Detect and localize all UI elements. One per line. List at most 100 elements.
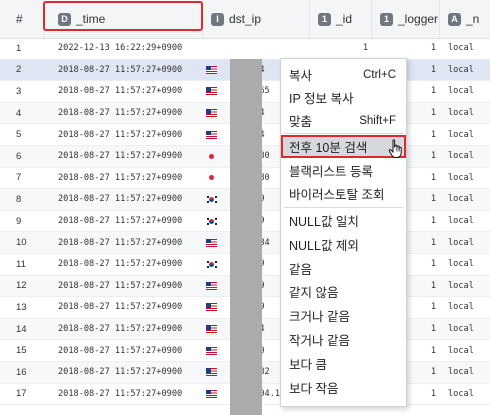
- table-row[interactable]: 1 2022-12-13 16:22:29+0900 1 1 local: [0, 38, 490, 60]
- country-flag-icon: [206, 281, 217, 290]
- n-cell[interactable]: local: [440, 276, 490, 297]
- shortcut-fit: Shift+F: [359, 114, 396, 127]
- time-cell[interactable]: 2018-08-27 11:57:27+0900: [44, 362, 202, 383]
- menu-item-lt[interactable]: 보다 작음: [281, 376, 406, 399]
- col-header-dst-ip-label: dst_ip: [229, 12, 262, 26]
- time-cell[interactable]: 2018-08-27 11:57:27+0900: [44, 168, 202, 189]
- country-flag-icon: [206, 389, 217, 398]
- ip-type-icon: I: [211, 12, 224, 26]
- col-header-n[interactable]: A _n: [440, 0, 490, 38]
- col-header-row-number[interactable]: #: [0, 0, 44, 38]
- row-number-cell[interactable]: 3: [0, 81, 44, 102]
- row-number-cell[interactable]: 8: [0, 189, 44, 210]
- time-cell[interactable]: 2018-08-27 11:57:27+0900: [44, 276, 202, 297]
- col-header-dst-ip[interactable]: I dst_ip: [203, 0, 310, 38]
- menu-item-blacklist[interactable]: 블랙리스트 등록: [281, 159, 406, 182]
- number-type-icon: 1: [318, 12, 331, 26]
- log-result-grid: # D _time I dst_ip 1 _id 1 _logger A _n …: [0, 0, 490, 415]
- country-flag-icon: [206, 65, 217, 74]
- n-cell[interactable]: local: [440, 81, 490, 102]
- row-number-cell[interactable]: 4: [0, 103, 44, 124]
- country-flag-icon: [206, 303, 217, 312]
- time-cell[interactable]: 2018-08-27 11:57:27+0900: [44, 297, 202, 318]
- menu-item-virustotal[interactable]: 바이러스토탈 조회: [281, 182, 406, 205]
- row-number-cell[interactable]: 12: [0, 276, 44, 297]
- n-cell[interactable]: local: [440, 297, 490, 318]
- hand-pointer-icon: [388, 139, 402, 158]
- menu-separator: [284, 207, 403, 208]
- col-header-id[interactable]: 1 _id: [310, 0, 372, 38]
- menu-item-search-10min[interactable]: 전후 10분 검색: [281, 135, 406, 158]
- row-number-cell[interactable]: 2: [0, 60, 44, 81]
- country-flag-icon: [206, 130, 217, 139]
- dst-ip-cell[interactable]: [203, 38, 311, 59]
- n-cell[interactable]: local: [440, 340, 490, 361]
- n-cell[interactable]: local: [440, 254, 490, 275]
- time-cell[interactable]: 2018-08-27 11:57:27+0900: [44, 254, 202, 275]
- time-cell[interactable]: 2018-08-27 11:57:27+0900: [44, 146, 202, 167]
- n-cell[interactable]: local: [440, 384, 490, 405]
- n-cell[interactable]: local: [440, 189, 490, 210]
- row-number-cell[interactable]: 16: [0, 362, 44, 383]
- time-cell[interactable]: 2022-12-13 16:22:29+0900: [44, 38, 202, 59]
- row-number-cell[interactable]: 7: [0, 168, 44, 189]
- country-flag-icon: [206, 87, 217, 96]
- time-cell[interactable]: 2018-08-27 11:57:27+0900: [44, 189, 202, 210]
- text-type-icon: A: [448, 12, 461, 26]
- n-cell[interactable]: local: [440, 319, 490, 340]
- country-flag-icon: [206, 238, 217, 247]
- n-cell[interactable]: local: [440, 146, 490, 167]
- col-header-logger-label: _logger: [398, 12, 439, 26]
- time-cell[interactable]: 2018-08-27 11:57:27+0900: [44, 103, 202, 124]
- time-cell[interactable]: 2018-08-27 11:57:27+0900: [44, 340, 202, 361]
- id-cell[interactable]: 1: [310, 38, 372, 59]
- time-cell[interactable]: 2018-08-27 11:57:27+0900: [44, 319, 202, 340]
- menu-separator: [284, 133, 403, 134]
- time-cell[interactable]: 2018-08-27 11:57:27+0900: [44, 232, 202, 253]
- country-flag-icon: [206, 325, 217, 334]
- menu-item-gt[interactable]: 보다 큼: [281, 352, 406, 375]
- row-number-cell[interactable]: 6: [0, 146, 44, 167]
- row-number-cell[interactable]: 13: [0, 297, 44, 318]
- time-cell[interactable]: 2018-08-27 11:57:27+0900: [44, 81, 202, 102]
- n-cell[interactable]: local: [440, 103, 490, 124]
- menu-item-lte[interactable]: 작거나 같음: [281, 328, 406, 351]
- time-cell[interactable]: 2018-08-27 11:57:27+0900: [44, 384, 202, 405]
- row-number-cell[interactable]: 17: [0, 384, 44, 405]
- menu-item-fit[interactable]: 맞춤 Shift+F: [281, 109, 406, 132]
- col-header-logger[interactable]: 1 _logger: [372, 0, 440, 38]
- menu-item-gte[interactable]: 크거나 같음: [281, 304, 406, 327]
- row-number-cell[interactable]: 9: [0, 211, 44, 232]
- time-cell[interactable]: 2018-08-27 11:57:27+0900: [44, 124, 202, 145]
- n-cell[interactable]: local: [440, 60, 490, 81]
- menu-item-copy-ip-info[interactable]: IP 정보 복사: [281, 86, 406, 109]
- redaction-mask: [230, 59, 262, 415]
- menu-item-null-exclude[interactable]: NULL값 제외: [281, 233, 406, 256]
- time-cell[interactable]: 2018-08-27 11:57:27+0900: [44, 211, 202, 232]
- n-cell[interactable]: local: [440, 232, 490, 253]
- n-cell[interactable]: local: [440, 362, 490, 383]
- row-number-cell[interactable]: 14: [0, 319, 44, 340]
- country-flag-icon: [206, 195, 217, 204]
- shortcut-copy: Ctrl+C: [363, 68, 396, 81]
- n-cell[interactable]: local: [440, 124, 490, 145]
- n-cell[interactable]: local: [440, 168, 490, 189]
- row-number-cell[interactable]: 10: [0, 232, 44, 253]
- menu-item-null-match[interactable]: NULL값 일치: [281, 209, 406, 232]
- time-cell[interactable]: 2018-08-27 11:57:27+0900: [44, 60, 202, 81]
- col-header-id-label: _id: [336, 12, 353, 26]
- menu-item-copy[interactable]: 복사 Ctrl+C: [281, 63, 406, 86]
- row-number-cell[interactable]: 11: [0, 254, 44, 275]
- menu-item-equal[interactable]: 같음: [281, 257, 406, 280]
- country-flag-icon: [206, 152, 217, 160]
- row-number-cell[interactable]: 5: [0, 124, 44, 145]
- n-cell[interactable]: local: [440, 211, 490, 232]
- country-flag-icon: [206, 109, 217, 118]
- row-number-cell[interactable]: 1: [0, 38, 44, 59]
- row-number-cell[interactable]: 15: [0, 340, 44, 361]
- country-flag-icon: [206, 174, 217, 182]
- n-cell[interactable]: local: [440, 38, 490, 59]
- country-flag-icon: [206, 368, 217, 377]
- logger-cell[interactable]: 1: [372, 38, 440, 59]
- menu-item-not-equal[interactable]: 같지 않음: [281, 280, 406, 303]
